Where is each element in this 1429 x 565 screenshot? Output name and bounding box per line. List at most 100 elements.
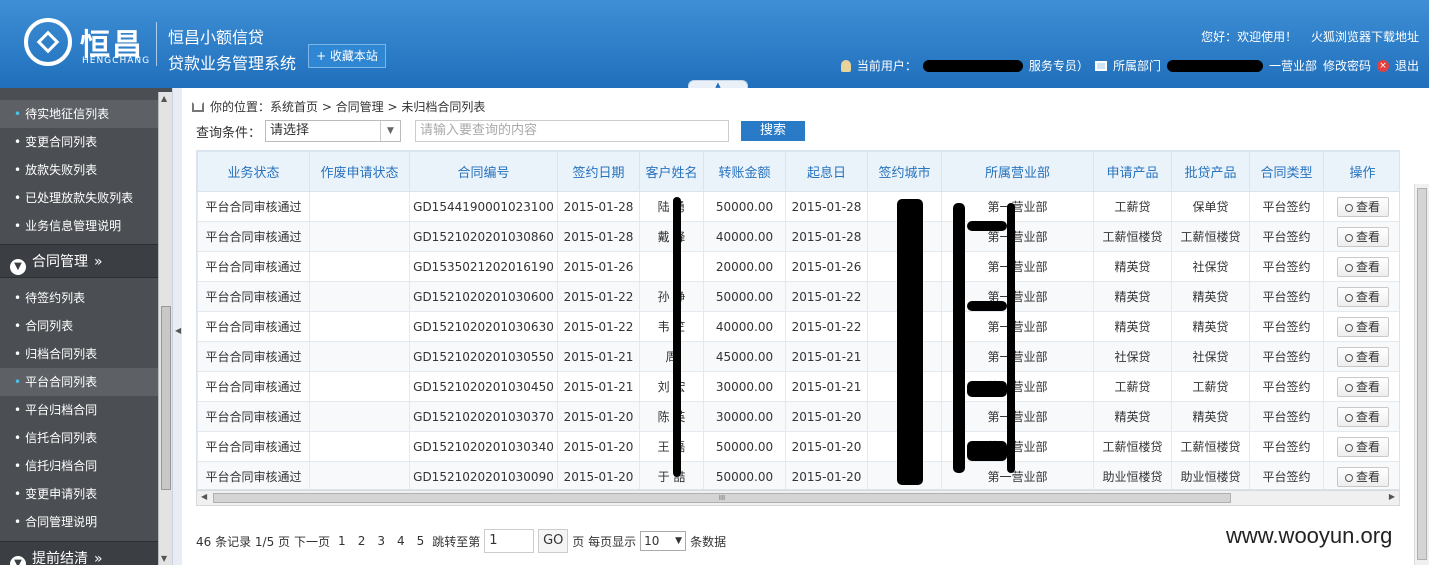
scroll-down-icon[interactable]: ▼ xyxy=(161,554,167,563)
logout-link[interactable]: 退出 xyxy=(1395,57,1419,74)
view-button[interactable]: 查看 xyxy=(1336,466,1389,487)
sidebar-item-change-requests[interactable]: 变更申请列表 xyxy=(0,480,158,508)
next-page-link[interactable]: 下一页 xyxy=(294,533,330,550)
view-button[interactable]: 查看 xyxy=(1336,256,1389,277)
query-input[interactable]: 请输入要查询的内容 xyxy=(415,120,730,142)
contract-table: 业务状态 作废申请状态 合同编号 签约日期 客户姓名 转账金额 起息日 签约城市 所属营业部 申请… xyxy=(197,151,1399,489)
cell-customer: 韦 竺 xyxy=(639,311,704,342)
per-page-label: 页 每页显示 xyxy=(572,534,637,549)
collapse-left-icon[interactable]: ◀ xyxy=(175,326,181,335)
column-header: 客户姓名 xyxy=(639,151,704,192)
search-icon xyxy=(1344,383,1353,392)
horizontal-scrollbar[interactable]: ◀ III ▶ xyxy=(196,490,1400,506)
redaction-mark xyxy=(967,301,1007,311)
cell-contract-no: GD1521020201030450 xyxy=(409,371,558,402)
sidebar-item-trust-contracts[interactable]: 信托合同列表 xyxy=(0,424,158,452)
page-link-2[interactable]: 2 xyxy=(358,534,366,548)
sidebar-item-contract-help[interactable]: 合同管理说明 xyxy=(0,508,158,536)
vertical-scroll-thumb[interactable] xyxy=(1417,188,1427,560)
redacted-username xyxy=(922,59,1023,72)
go-button[interactable]: GO xyxy=(538,529,569,553)
sidebar-item-platform-archived[interactable]: 平台归档合同 xyxy=(0,396,158,424)
sidebar-item-contract-list[interactable]: 合同列表 xyxy=(0,312,158,340)
cell-amount: 30000.00 xyxy=(703,371,786,402)
sidebar-toggle-handle[interactable]: ◀ xyxy=(172,88,182,565)
pagination: 46 条记录 1/5 页 下一页 1 2 3 4 5 跳转至第 1 GO 页 每… xyxy=(196,528,726,554)
sidebar-group-early-settlement[interactable]: ▼ 提前结清 » xyxy=(0,541,158,565)
bookmark-button[interactable]: + 收藏本站 xyxy=(308,44,386,68)
column-header: 批贷产品 xyxy=(1171,151,1250,192)
view-button[interactable]: 查看 xyxy=(1336,226,1389,247)
cell-sign-date: 2015-01-20 xyxy=(557,461,640,489)
table-row: 平台合同审核通过 GD1521020201030090 2015-01-20 于 喆5… xyxy=(197,461,1399,489)
vertical-scrollbar[interactable] xyxy=(1414,184,1429,565)
view-button[interactable]: 查看 xyxy=(1336,316,1389,337)
cell-value-date: 2015-01-21 xyxy=(785,341,868,372)
sidebar-item-field-credit[interactable]: 待实地征信列表 xyxy=(0,100,158,128)
column-header: 作废申请状态 xyxy=(309,151,410,192)
column-header: 转账金额 xyxy=(703,151,786,192)
page-link-4[interactable]: 4 xyxy=(397,534,405,548)
cell-value-date: 2015-01-22 xyxy=(785,311,868,342)
sidebar-item-platform-contracts[interactable]: 平台合同列表 xyxy=(0,368,158,396)
chevron-down-icon: ▼ xyxy=(675,536,683,546)
sidebar-item-trust-archived[interactable]: 信托归档合同 xyxy=(0,452,158,480)
cell-status: 平台合同审核通过 xyxy=(197,371,310,402)
sidebar: 待实地征信列表 变更合同列表 放款失败列表 已处理放款失败列表 业务信息管理说明… xyxy=(0,88,172,565)
horizontal-scroll-thumb[interactable]: III xyxy=(213,493,1231,503)
view-button-label: 查看 xyxy=(1355,229,1380,244)
view-button-label: 查看 xyxy=(1355,409,1380,424)
logout-icon[interactable]: × xyxy=(1376,59,1389,72)
view-button[interactable]: 查看 xyxy=(1336,196,1389,217)
view-button[interactable]: 查看 xyxy=(1336,436,1389,457)
sidebar-item-archived-contracts[interactable]: 归档合同列表 xyxy=(0,340,158,368)
goto-page-input[interactable]: 1 xyxy=(484,529,535,553)
search-icon xyxy=(1344,323,1353,332)
cell-contract-type: 平台签约 xyxy=(1249,461,1324,489)
redaction-mark xyxy=(967,441,1007,461)
page-link-5[interactable]: 5 xyxy=(417,534,425,548)
cell-contract-type: 平台签约 xyxy=(1249,191,1324,222)
breadcrumb-text: 你的位置：系统首页 > 合同管理 > 未归档合同列表 xyxy=(210,100,486,114)
column-header: 签约城市 xyxy=(867,151,942,192)
watermark: www.wooyun.org xyxy=(1226,523,1393,548)
cell-customer: 周 xyxy=(639,341,704,372)
chevron-down-icon: ▼ xyxy=(10,259,26,275)
per-page-select[interactable]: 10 ▼ xyxy=(640,531,687,551)
cell-status: 平台合同审核通过 xyxy=(197,431,310,462)
view-button-label: 查看 xyxy=(1355,289,1380,304)
query-field-select[interactable]: 请选择 ▼ xyxy=(265,120,402,142)
page-link-3[interactable]: 3 xyxy=(377,534,385,548)
sidebar-item-loan-failed[interactable]: 放款失败列表 xyxy=(0,156,158,184)
cell-action: 查看 xyxy=(1323,341,1399,372)
sidebar-scroll-thumb[interactable] xyxy=(161,306,171,490)
cell-apply-product: 精英贷 xyxy=(1093,281,1172,312)
scroll-left-icon[interactable]: ◀ xyxy=(201,492,207,501)
cell-contract-type: 平台签约 xyxy=(1249,341,1324,372)
view-button[interactable]: 查看 xyxy=(1336,286,1389,307)
browser-download-link[interactable]: 火狐浏览器下载地址 xyxy=(1311,30,1419,44)
cell-status: 平台合同审核通过 xyxy=(197,191,310,222)
view-button[interactable]: 查看 xyxy=(1336,406,1389,427)
change-password-link[interactable]: 修改密码 xyxy=(1323,57,1371,74)
table-row: 平台合同审核通过 GD1521020201030340 2015-01-20 王 磊5… xyxy=(197,431,1399,462)
sidebar-item-business-info-help[interactable]: 业务信息管理说明 xyxy=(0,212,158,240)
sidebar-group-contract[interactable]: ▼ 合同管理 » xyxy=(0,244,158,278)
cell-value-date: 2015-01-22 xyxy=(785,281,868,312)
search-button[interactable]: 搜索 xyxy=(741,121,806,141)
scroll-up-icon[interactable]: ▲ xyxy=(161,94,167,103)
page-link-1[interactable]: 1 xyxy=(338,534,346,548)
cell-apply-product: 工薪恒楼贷 xyxy=(1093,431,1172,462)
department-name: 一营业部 xyxy=(1268,59,1317,73)
sidebar-scrollbar[interactable]: ▲ ▼ xyxy=(158,92,172,565)
scroll-right-icon[interactable]: ▶ xyxy=(1389,492,1395,501)
cell-contract-no: GD1521020201030550 xyxy=(409,341,558,372)
cell-sign-date: 2015-01-20 xyxy=(557,431,640,462)
cell-amount: 40000.00 xyxy=(703,221,786,252)
sidebar-item-loan-failed-handled[interactable]: 已处理放款失败列表 xyxy=(0,184,158,212)
view-button[interactable]: 查看 xyxy=(1336,346,1389,367)
sidebar-item-pending-sign[interactable]: 待签约列表 xyxy=(0,284,158,312)
view-button[interactable]: 查看 xyxy=(1336,376,1389,397)
cell-amount: 50000.00 xyxy=(703,281,786,312)
sidebar-item-change-contract[interactable]: 变更合同列表 xyxy=(0,128,158,156)
